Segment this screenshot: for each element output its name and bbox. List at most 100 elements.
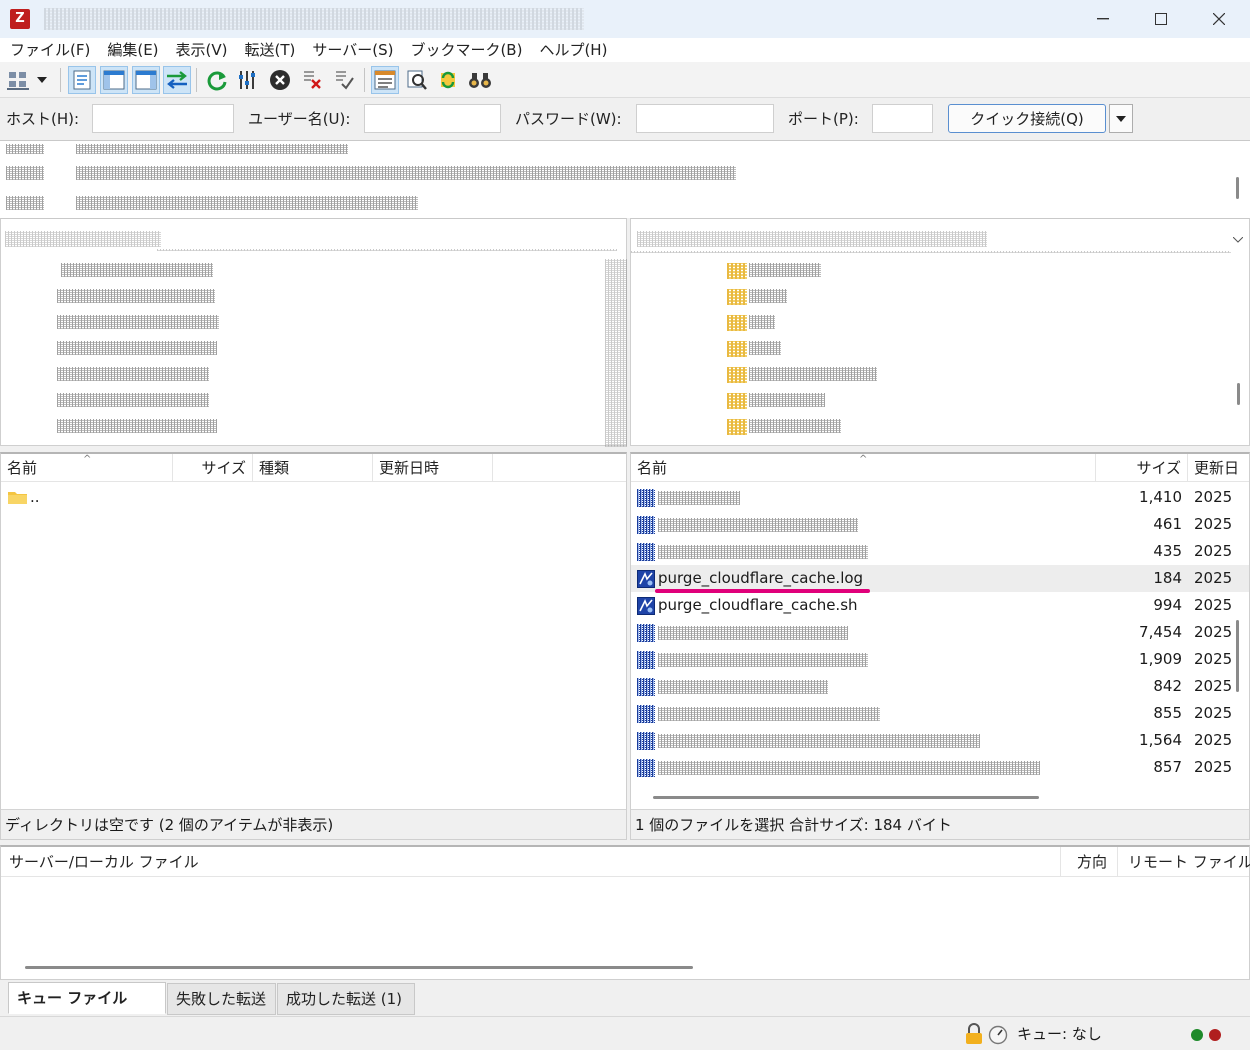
compare-icon bbox=[407, 70, 427, 90]
toggle-remote-tree-button[interactable] bbox=[132, 66, 160, 94]
site-manager-button[interactable] bbox=[5, 66, 33, 94]
remote-file-date: 2025 bbox=[1194, 677, 1233, 695]
tab-successful-transfers[interactable]: 成功した転送 (1) bbox=[277, 983, 415, 1015]
menu-server[interactable]: サーバー(S) bbox=[312, 38, 393, 62]
refresh-button[interactable] bbox=[203, 66, 231, 94]
redacted-file-name bbox=[658, 734, 980, 748]
file-icon bbox=[637, 678, 655, 696]
minimize-icon bbox=[1097, 18, 1109, 20]
menu-transfer[interactable]: 転送(T) bbox=[245, 38, 296, 62]
remote-path-dropdown-icon[interactable] bbox=[1233, 237, 1243, 243]
compare-directories-button[interactable] bbox=[403, 66, 431, 94]
remote-file-size: 842 bbox=[1153, 677, 1182, 695]
remote-file-list[interactable]: 名前 ^ サイズ 更新日 1,410 2025 461 2025 435 2025 purg… bbox=[630, 452, 1250, 840]
redacted-file-name bbox=[658, 761, 1040, 775]
toggle-local-tree-button[interactable] bbox=[100, 66, 128, 94]
remote-file-size: 1,909 bbox=[1139, 650, 1182, 668]
username-label: ユーザー名(U): bbox=[248, 110, 351, 128]
local-directory-tree[interactable] bbox=[0, 218, 627, 447]
host-label: ホスト(H): bbox=[6, 110, 80, 128]
sort-ascending-icon: ^ bbox=[859, 454, 868, 465]
quickconnect-button[interactable]: クイック接続(Q) bbox=[948, 104, 1106, 133]
queue-col-remote-file[interactable]: リモート ファイル bbox=[1118, 847, 1250, 877]
remote-directory-tree[interactable] bbox=[630, 218, 1250, 446]
transfer-queue[interactable]: サーバー/ローカル ファイル 方向 リモート ファイル bbox=[0, 845, 1250, 980]
redacted-file-name bbox=[658, 518, 858, 532]
reconnect-button[interactable] bbox=[330, 66, 358, 94]
directory-listing-filters-button[interactable] bbox=[371, 66, 399, 94]
remote-file-date: 2025 bbox=[1194, 731, 1233, 749]
port-input[interactable] bbox=[872, 104, 933, 133]
remote-file-row[interactable]: purge_cloudflare_cache.sh 994 2025 bbox=[631, 592, 1249, 619]
local-col-modified[interactable]: 更新日時 bbox=[373, 454, 493, 482]
toggle-message-log-button[interactable] bbox=[68, 66, 96, 94]
close-icon bbox=[1213, 13, 1225, 25]
lock-icon bbox=[966, 1023, 982, 1044]
remote-file-size: 994 bbox=[1153, 596, 1182, 614]
toolbar bbox=[0, 62, 1250, 98]
maximize-button[interactable] bbox=[1132, 0, 1190, 38]
remote-file-date: 2025 bbox=[1194, 650, 1233, 668]
queue-col-file[interactable]: サーバー/ローカル ファイル bbox=[1, 847, 1061, 877]
local-col-type[interactable]: 種類 bbox=[253, 454, 373, 482]
remote-file-row[interactable]: 461 2025 bbox=[631, 511, 1249, 538]
synchronized-browsing-button[interactable] bbox=[434, 66, 462, 94]
title-bar: Z bbox=[0, 0, 1250, 38]
quickconnect-history-dropdown[interactable] bbox=[1109, 104, 1133, 133]
remote-file-row[interactable]: 857 2025 bbox=[631, 754, 1249, 781]
remote-file-row[interactable]: 7,454 2025 bbox=[631, 619, 1249, 646]
host-input[interactable] bbox=[92, 104, 234, 133]
remote-file-date: 2025 bbox=[1194, 623, 1233, 641]
remote-file-row[interactable]: 1,410 2025 bbox=[631, 484, 1249, 511]
remote-file-date: 2025 bbox=[1194, 596, 1233, 614]
file-icon bbox=[637, 570, 655, 588]
menu-view[interactable]: 表示(V) bbox=[176, 38, 228, 62]
disconnect-button[interactable] bbox=[298, 66, 326, 94]
remote-col-size[interactable]: サイズ bbox=[1096, 454, 1188, 482]
redacted-file-name bbox=[658, 626, 848, 640]
queue-col-direction[interactable]: 方向 bbox=[1061, 847, 1118, 877]
search-remote-files-button[interactable] bbox=[466, 66, 494, 94]
menu-help[interactable]: ヘルプ(H) bbox=[539, 38, 607, 62]
remote-file-row[interactable]: 435 2025 bbox=[631, 538, 1249, 565]
process-queue-button[interactable] bbox=[234, 66, 262, 94]
remote-col-modified[interactable]: 更新日 bbox=[1188, 454, 1250, 482]
local-file-list[interactable]: 名前 ^ サイズ 種類 更新日時 .. ディレクトリは空です (2 個のアイテム… bbox=[0, 452, 627, 840]
port-label: ポート(P): bbox=[788, 110, 859, 128]
remote-file-date: 2025 bbox=[1194, 515, 1233, 533]
remote-file-size: 1,410 bbox=[1139, 488, 1182, 506]
activity-indicator-icon bbox=[1191, 1029, 1221, 1041]
cancel-operation-button[interactable] bbox=[266, 66, 294, 94]
maximize-icon bbox=[1155, 13, 1167, 25]
remote-file-date: 2025 bbox=[1194, 758, 1233, 776]
tab-failed-transfers[interactable]: 失敗した転送 bbox=[167, 983, 276, 1015]
queue-status-text: キュー: なし bbox=[1017, 1025, 1102, 1043]
username-input[interactable] bbox=[364, 104, 501, 133]
tab-queued-files[interactable]: キュー ファイル bbox=[8, 982, 166, 1014]
minimize-button[interactable] bbox=[1074, 0, 1132, 38]
message-log-icon bbox=[73, 70, 91, 90]
menu-file[interactable]: ファイル(F) bbox=[10, 38, 90, 62]
binoculars-icon bbox=[469, 73, 491, 88]
redacted-file-name bbox=[658, 653, 868, 667]
sync-icon bbox=[441, 71, 455, 89]
close-button[interactable] bbox=[1190, 0, 1248, 38]
password-input[interactable] bbox=[636, 104, 774, 133]
local-col-size[interactable]: サイズ bbox=[173, 454, 253, 482]
menu-bookmarks[interactable]: ブックマーク(B) bbox=[410, 38, 522, 62]
remote-file-row[interactable]: 855 2025 bbox=[631, 700, 1249, 727]
redacted-file-name bbox=[658, 680, 828, 694]
sort-ascending-icon: ^ bbox=[83, 454, 92, 465]
remote-file-size: 857 bbox=[1153, 758, 1182, 776]
remote-file-row[interactable]: 1,909 2025 bbox=[631, 646, 1249, 673]
remote-file-row[interactable]: 1,564 2025 bbox=[631, 727, 1249, 754]
toggle-transfer-queue-button[interactable] bbox=[163, 66, 191, 94]
refresh-icon bbox=[207, 71, 227, 91]
menu-edit[interactable]: 編集(E) bbox=[107, 38, 158, 62]
chevron-down-icon bbox=[1116, 115, 1126, 122]
remote-file-row[interactable]: 842 2025 bbox=[631, 673, 1249, 700]
local-parent-row[interactable]: .. bbox=[1, 484, 626, 511]
remote-file-row[interactable]: purge_cloudflare_cache.log 184 2025 bbox=[631, 565, 1249, 593]
speed-limit-icon bbox=[988, 1025, 1008, 1045]
site-manager-dropdown[interactable] bbox=[32, 66, 52, 94]
